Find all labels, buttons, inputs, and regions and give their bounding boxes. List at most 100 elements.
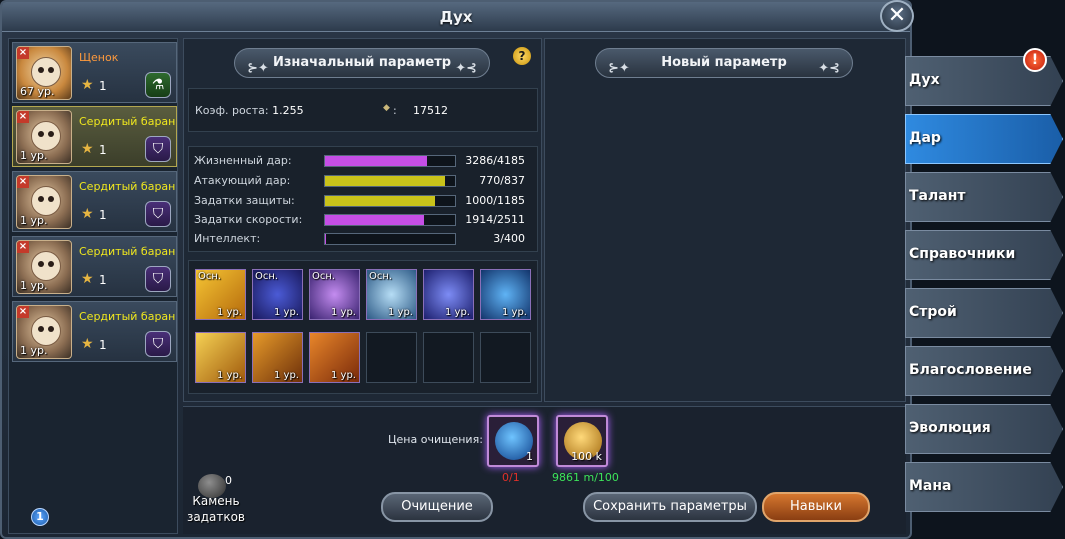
ram-face-icon	[31, 121, 61, 151]
lock-icon: ×	[17, 47, 29, 59]
price-label: Цена очищения:	[388, 433, 483, 446]
spirit-name: Щенок	[79, 51, 119, 64]
ornament-right-icon: ✦⊰	[818, 61, 840, 76]
skills-box: Осн. 1 ур. Осн. 1 ур. Осн. 1 ур. Осн. 1 …	[188, 260, 538, 394]
spirit-level: 1 ур.	[20, 344, 48, 357]
stat-value: 770/837	[479, 174, 525, 187]
skill-slot[interactable]: 1 ур.	[480, 269, 531, 320]
skill-slot[interactable]: 1 ур.	[309, 332, 360, 383]
stat-label: Задатки защиты:	[194, 194, 295, 207]
skill-tag: Осн.	[255, 271, 279, 282]
stat-label: Атакующий дар:	[194, 174, 291, 187]
star-count: 1	[99, 273, 107, 287]
cost-item-slot[interactable]: 100 k	[556, 415, 608, 467]
stat-fill	[325, 196, 435, 206]
tab-formation[interactable]: Строй	[905, 288, 1063, 338]
tab-label: Мана	[909, 478, 952, 494]
stat-label: Интеллект:	[194, 232, 261, 245]
tab-gift[interactable]: Дар	[905, 114, 1063, 164]
purify-button[interactable]: Очищение	[381, 492, 493, 522]
stone-label: Камень задатков	[186, 494, 246, 524]
skill-slot[interactable]: 1 ур.	[195, 332, 246, 383]
tab-label: Талант	[909, 188, 966, 204]
spirit-list[interactable]: × 67 ур. Щенок ★ 1 ⚗ × 1 ур. Сердитый ба…	[8, 38, 178, 534]
window-title: Дух	[439, 8, 473, 26]
star-count: 1	[99, 143, 107, 157]
tab-talent[interactable]: Талант	[905, 172, 1063, 222]
skill-slot[interactable]: Осн. 1 ур.	[252, 269, 303, 320]
stat-bar	[324, 195, 456, 207]
empty-skill-slot	[480, 332, 531, 383]
save-params-button[interactable]: Сохранить параметры	[583, 492, 757, 522]
alert-icon: !	[1023, 48, 1047, 72]
spirit-level: 1 ур.	[20, 149, 48, 162]
tab-label: Дух	[909, 72, 940, 88]
star-count: 1	[99, 338, 107, 352]
cost-status: 0/1	[502, 471, 520, 484]
cost-status: 9861 m/100	[552, 471, 619, 484]
skill-level: 1 ур.	[217, 307, 242, 318]
spirit-portrait: × 1 ур.	[16, 175, 72, 229]
stat-bar	[324, 233, 456, 245]
star-count: 1	[99, 79, 107, 93]
stat-label: Задатки скорости:	[194, 213, 303, 226]
skill-slot[interactable]: Осн. 1 ур.	[366, 269, 417, 320]
tab-blessing[interactable]: Благословение	[905, 346, 1063, 396]
ram-face-icon	[31, 186, 61, 216]
empty-skill-slot	[366, 332, 417, 383]
close-icon[interactable]: ✕	[880, 0, 914, 32]
spirit-card[interactable]: × 1 ур. Сердитый баран ★ 1 ⛉	[12, 236, 177, 297]
growth-value: 1.255	[272, 104, 304, 117]
skill-level: 1 ур.	[274, 370, 299, 381]
new-params-title: Новый параметр	[661, 55, 787, 70]
skill-level: 1 ур.	[274, 307, 299, 318]
stats-box: Жизненный дар: 3286/4185 Атакующий дар: …	[188, 146, 538, 252]
star-icon: ★	[81, 77, 94, 93]
tab-label: Строй	[909, 304, 957, 320]
puppy-face-icon	[31, 57, 61, 87]
stone-count: 0	[225, 474, 232, 487]
spirit-portrait: × 67 ур.	[16, 46, 72, 100]
stat-value: 3/400	[493, 232, 525, 245]
skill-slot[interactable]: Осн. 1 ур.	[309, 269, 360, 320]
shield-icon: ⛉	[145, 136, 171, 162]
lock-icon: ×	[17, 306, 29, 318]
lock-icon: ×	[17, 111, 29, 123]
skill-slot[interactable]: 1 ур.	[423, 269, 474, 320]
ornament-right-icon: ✦⊰	[455, 61, 477, 76]
stat-fill	[325, 215, 425, 225]
spirit-card[interactable]: × 67 ур. Щенок ★ 1 ⚗	[12, 42, 177, 103]
skill-tag: Осн.	[198, 271, 222, 282]
stat-bar	[324, 175, 456, 187]
spirit-name: Сердитый баран	[79, 180, 176, 193]
new-params-header: ⊱✦ Новый параметр ✦⊰	[595, 48, 853, 78]
ornament-left-icon: ⊱✦	[247, 61, 269, 76]
skill-slot[interactable]: Осн. 1 ур.	[195, 269, 246, 320]
spirit-card[interactable]: × 1 ур. Сердитый баран ★ 1 ⛉	[12, 301, 177, 362]
tab-reference[interactable]: Справочники	[905, 230, 1063, 280]
help-icon[interactable]: ?	[513, 47, 531, 65]
shield-icon: ⛉	[145, 266, 171, 292]
ram-face-icon	[31, 251, 61, 281]
tab-label: Дар	[909, 130, 941, 146]
stat-value: 1914/2511	[465, 213, 525, 226]
spirit-card[interactable]: × 1 ур. Сердитый баран ★ 1 ⛉	[12, 171, 177, 232]
tab-label: Справочники	[909, 246, 1016, 262]
ornament-left-icon: ⊱✦	[608, 61, 630, 76]
spirit-portrait: × 1 ур.	[16, 240, 72, 294]
tab-evolution[interactable]: Эволюция	[905, 404, 1063, 454]
cost-item-slot[interactable]: 1	[487, 415, 539, 467]
spirit-portrait: × 1 ур.	[16, 305, 72, 359]
new-params-panel	[544, 38, 906, 402]
original-params-title: Изначальный параметр	[272, 55, 452, 70]
info-badge[interactable]: 1	[31, 508, 49, 526]
skill-level: 1 ур.	[217, 370, 242, 381]
shield-icon: ⛉	[145, 201, 171, 227]
stat-fill	[325, 156, 428, 166]
tab-mana[interactable]: Мана	[905, 462, 1063, 512]
spirit-card-selected[interactable]: × 1 ур. Сердитый баран ★ 1 ⛉	[12, 106, 177, 167]
skills-button[interactable]: Навыки	[762, 492, 870, 522]
star-icon: ★	[81, 271, 94, 287]
cost-quantity: 1	[526, 450, 533, 463]
skill-slot[interactable]: 1 ур.	[252, 332, 303, 383]
